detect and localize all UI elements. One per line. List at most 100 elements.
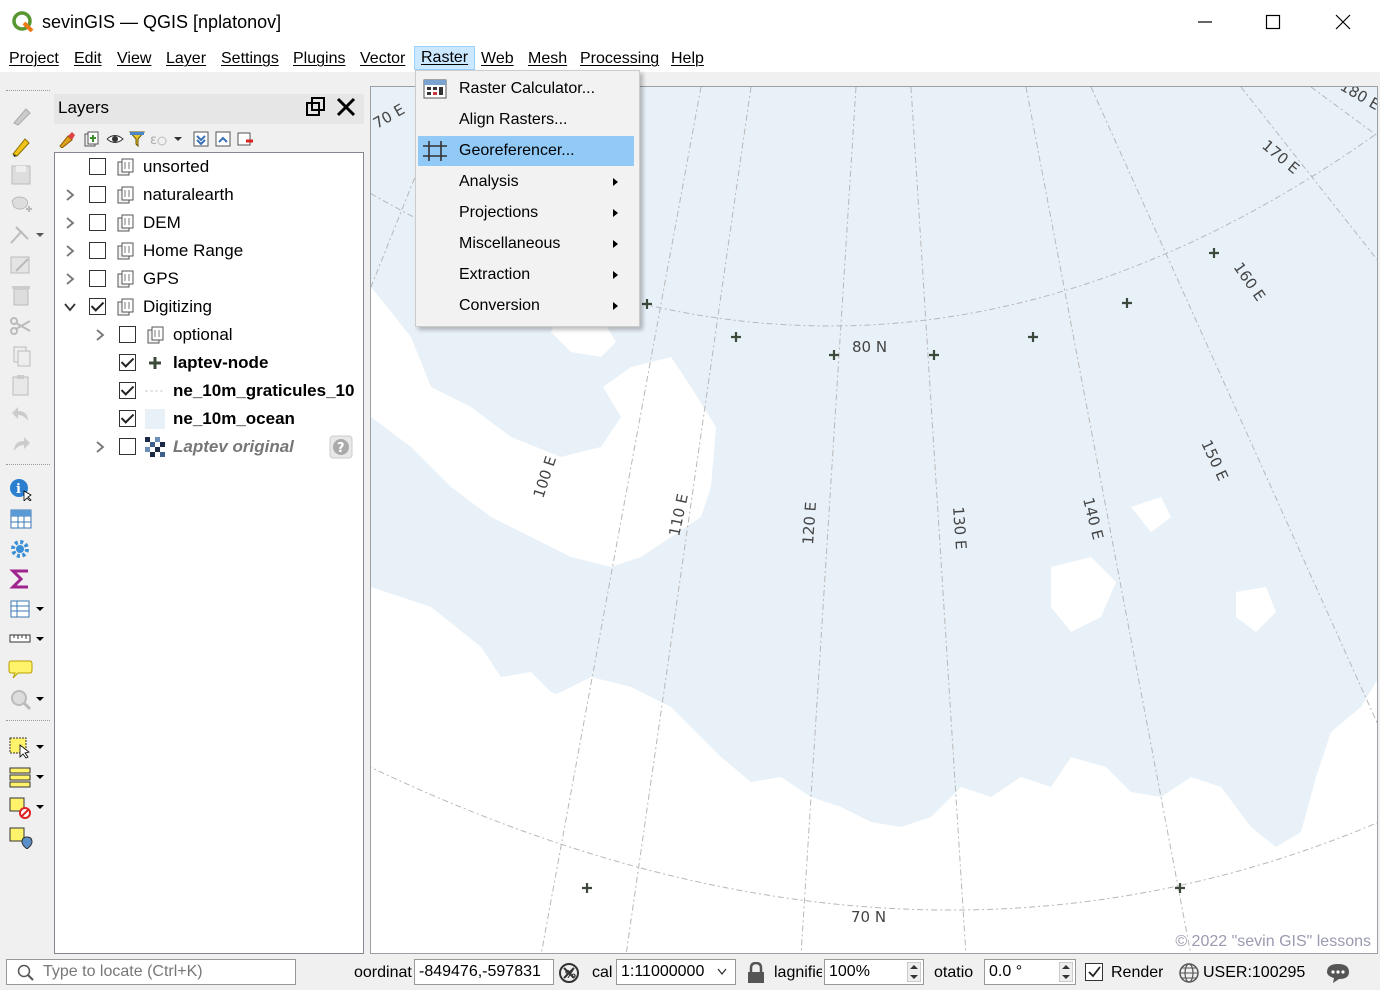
menu-view[interactable]: View <box>117 48 151 70</box>
cut-features-button[interactable] <box>8 312 44 338</box>
layer-visibility-checkbox[interactable] <box>89 186 106 203</box>
add-group-icon[interactable] <box>82 130 100 148</box>
layer-tree-item[interactable]: naturalearth <box>55 181 361 209</box>
conversion-submenu[interactable]: Conversion <box>418 291 634 321</box>
raster-calculator-menu-item[interactable]: Raster Calculator... <box>418 74 634 104</box>
menu-mesh[interactable]: Mesh <box>528 48 567 70</box>
layer-tree-item[interactable]: ne_10m_ocean <box>55 405 361 433</box>
collapse-all-icon[interactable] <box>214 130 232 148</box>
projections-submenu[interactable]: Projections <box>418 198 634 228</box>
remove-layer-icon[interactable] <box>236 130 254 148</box>
menu-help[interactable]: Help <box>671 48 704 70</box>
redo-button[interactable] <box>8 432 44 458</box>
close-panel-icon[interactable] <box>335 96 357 118</box>
current-edits-button[interactable] <box>8 132 44 158</box>
layer-visibility-checkbox[interactable] <box>119 326 136 343</box>
layer-tree-item[interactable]: Laptev original? <box>55 433 361 461</box>
unavailable-layer-icon[interactable]: ? <box>329 435 353 459</box>
vertex-tool-button[interactable] <box>8 222 44 248</box>
attribute-table-dropdown[interactable] <box>8 596 44 622</box>
measure-tool-dropdown[interactable] <box>8 626 44 652</box>
chevron-right-icon[interactable] <box>64 217 76 229</box>
paste-features-button[interactable] <box>8 372 44 398</box>
deselect-dropdown[interactable] <box>8 794 44 820</box>
filter-legend-icon[interactable] <box>128 130 146 148</box>
layer-tree-item[interactable]: Home Range <box>55 237 361 265</box>
messages-icon[interactable] <box>1325 962 1351 984</box>
menu-plugins[interactable]: Plugins <box>293 48 345 70</box>
align-rasters-menu-item[interactable]: Align Rasters... <box>418 105 634 135</box>
miscellaneous-submenu[interactable]: Miscellaneous <box>418 229 634 259</box>
layer-visibility-checkbox[interactable] <box>89 242 106 259</box>
menu-project[interactable]: Project <box>9 48 59 70</box>
menu-layer[interactable]: Layer <box>166 48 206 70</box>
render-checkbox[interactable] <box>1085 963 1103 981</box>
menu-vector[interactable]: Vector <box>360 48 405 70</box>
toolbar-handle[interactable] <box>6 90 50 91</box>
layer-tree-item[interactable]: laptev-node <box>55 349 361 377</box>
layer-visibility-checkbox[interactable] <box>119 410 136 427</box>
save-edits-button[interactable] <box>8 162 44 188</box>
coordinate-field[interactable]: -849476,-597831 <box>414 959 554 985</box>
select-features-dropdown[interactable] <box>8 734 44 760</box>
analysis-submenu[interactable]: Analysis <box>418 167 634 197</box>
processing-toolbox-button[interactable] <box>8 536 44 562</box>
chevron-right-icon[interactable] <box>94 329 106 341</box>
layer-tree-item[interactable]: GPS <box>55 265 361 293</box>
menu-processing[interactable]: Processing <box>580 48 659 70</box>
maximize-button[interactable] <box>1238 0 1308 44</box>
menu-edit[interactable]: Edit <box>74 48 102 70</box>
extents-toggle-icon[interactable]: % <box>557 961 581 985</box>
menu-web[interactable]: Web <box>481 48 514 70</box>
attribute-table-button[interactable] <box>8 506 44 532</box>
chevron-right-icon[interactable] <box>64 189 76 201</box>
chevron-down-icon[interactable] <box>64 301 76 313</box>
map-tips-button[interactable] <box>8 656 44 682</box>
modify-attributes-button[interactable] <box>8 252 44 278</box>
manage-visibility-icon[interactable] <box>106 130 124 148</box>
layer-visibility-checkbox[interactable] <box>89 214 106 231</box>
minimize-button[interactable] <box>1170 0 1240 44</box>
georeferencer-menu-item[interactable]: Georeferencer... <box>418 136 634 166</box>
layer-visibility-checkbox[interactable] <box>89 270 106 287</box>
select-by-location-button[interactable] <box>8 824 44 850</box>
layer-visibility-checkbox[interactable] <box>119 382 136 399</box>
layer-visibility-checkbox[interactable] <box>89 158 106 175</box>
menu-settings[interactable]: Settings <box>221 48 279 70</box>
globe-icon[interactable] <box>1178 962 1200 984</box>
float-panel-icon[interactable] <box>305 96 327 118</box>
extraction-submenu[interactable]: Extraction <box>418 260 634 290</box>
rotation-spinbox[interactable]: 0.0 ° <box>984 959 1076 985</box>
toggle-editing-button[interactable] <box>8 102 44 128</box>
undo-button[interactable] <box>8 402 44 428</box>
statistical-summary-button[interactable] <box>8 566 44 592</box>
scale-combobox[interactable]: 1:11000000 <box>616 959 736 985</box>
identify-features-button[interactable]: i <box>8 476 44 502</box>
chevron-right-icon[interactable] <box>94 441 106 453</box>
menu-raster[interactable]: Raster <box>414 46 476 70</box>
submenu-arrow-icon <box>613 302 618 310</box>
copy-features-button[interactable] <box>8 342 44 368</box>
delete-selected-button[interactable] <box>8 282 44 308</box>
chevron-right-icon[interactable] <box>64 273 76 285</box>
style-manager-icon[interactable] <box>58 130 76 148</box>
layer-tree-item[interactable]: Digitizing <box>55 293 361 321</box>
select-all-dropdown[interactable] <box>8 764 44 790</box>
magnifier-spinbox[interactable]: 100% <box>824 959 924 985</box>
crs-button[interactable]: USER:100295 <box>1203 964 1305 982</box>
locator-search-input[interactable]: Type to locate (Ctrl+K) <box>6 959 296 985</box>
chevron-right-icon[interactable] <box>64 245 76 257</box>
add-feature-button[interactable] <box>8 192 44 218</box>
lock-icon[interactable] <box>746 962 766 984</box>
layer-visibility-checkbox[interactable] <box>119 438 136 455</box>
layer-tree-item[interactable]: ne_10m_graticules_10 <box>55 377 361 405</box>
close-button[interactable] <box>1308 0 1378 44</box>
temporal-controller-dropdown[interactable] <box>8 686 44 712</box>
layer-visibility-checkbox[interactable] <box>89 298 106 315</box>
filter-expression-icon[interactable]: ε <box>150 130 186 148</box>
expand-all-icon[interactable] <box>192 130 210 148</box>
layer-tree-item[interactable]: DEM <box>55 209 361 237</box>
layer-tree-item[interactable]: optional <box>55 321 361 349</box>
layer-tree-item[interactable]: unsorted <box>55 153 361 181</box>
layer-visibility-checkbox[interactable] <box>119 354 136 371</box>
